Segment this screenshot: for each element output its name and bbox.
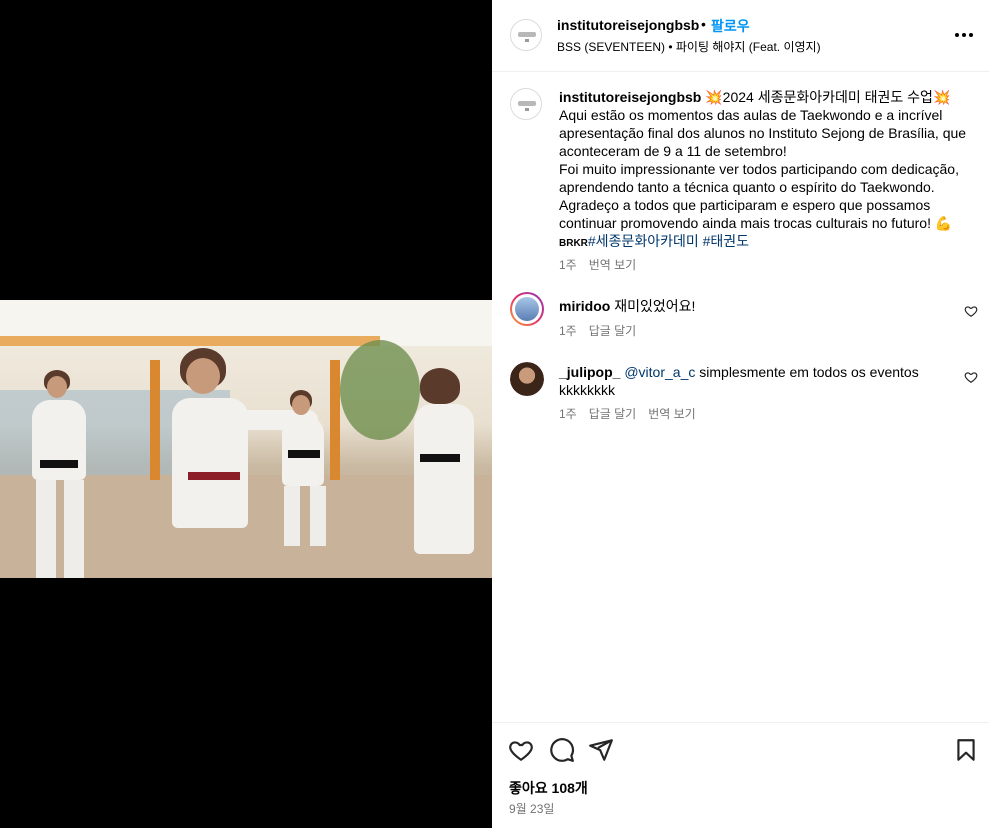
comment-text: miridoo 재미있었어요! xyxy=(559,297,919,315)
translate-link[interactable]: 번역 보기 xyxy=(648,407,696,421)
follow-button[interactable]: 팔로우 xyxy=(711,16,750,36)
caption-line: apresentação final dos alunos no Institu… xyxy=(559,125,967,141)
caption-hashtags[interactable]: #세종문화아카데미 #태권도 xyxy=(588,233,749,249)
audio-track-link[interactable]: BSS (SEVENTEEN) • 파이팅 해야지 (Feat. 이영지) xyxy=(557,38,821,55)
post-media[interactable] xyxy=(0,0,492,828)
caption-line: aprendendo tanto a técnica quanto o espí… xyxy=(559,179,935,195)
caption-line: Agradeço a todos que participaram e espe… xyxy=(559,197,931,213)
caption-line: Aqui estão os momentos das aulas de Taek… xyxy=(559,107,943,123)
sparkle-icon: 💥 xyxy=(705,89,723,105)
comment-time: 1주 xyxy=(559,324,577,338)
comment-body: 재미있었어요! xyxy=(614,298,696,314)
account-avatar[interactable] xyxy=(510,19,542,51)
caption-avatar[interactable] xyxy=(510,88,542,120)
caption-brkr: BRKR xyxy=(559,238,588,249)
caption-text: institutoreisejongbsb 💥2024 세종문화아카데미 태권도… xyxy=(559,88,971,253)
comment-text: _julipop_ @vitor_a_c simplesmente em tod… xyxy=(559,363,919,399)
caption-line: aconteceram de 9 a 11 de setembro! xyxy=(559,143,787,159)
reply-link[interactable]: 답글 달기 xyxy=(589,407,637,421)
post-actions: 좋아요 108개 9월 23일 xyxy=(492,722,989,828)
comment-mention[interactable]: @vitor_a_c xyxy=(624,364,695,380)
bookmark-icon[interactable] xyxy=(953,737,979,763)
video-column xyxy=(330,360,340,480)
translate-link[interactable]: 번역 보기 xyxy=(589,258,637,272)
comment-username[interactable]: miridoo xyxy=(559,298,610,314)
caption-meta: 1주 번역 보기 xyxy=(559,256,636,273)
caption-username[interactable]: institutoreisejongbsb xyxy=(559,89,701,105)
header-separator: • xyxy=(701,16,706,32)
video-frame[interactable] xyxy=(0,300,492,578)
caption-time: 1주 xyxy=(559,258,577,272)
caption-title: 2024 세종문화아카데미 태권도 수업 xyxy=(722,89,933,105)
comment-username[interactable]: _julipop_ xyxy=(559,364,620,380)
heart-icon[interactable] xyxy=(508,737,534,763)
more-horizontal-icon[interactable] xyxy=(952,25,976,45)
video-plant xyxy=(340,340,420,440)
video-roof-beam xyxy=(0,336,380,346)
caption-line: continuar promovendo ainda mais trocas c… xyxy=(559,215,953,231)
caption-line: Foi muito impressionante ver todos parti… xyxy=(559,161,959,177)
comment-meta: 1주 답글 달기 번역 보기 xyxy=(559,405,696,422)
reply-link[interactable]: 답글 달기 xyxy=(589,324,637,338)
heart-icon[interactable] xyxy=(964,304,978,318)
comment-body: simplesmente em todos os eventos xyxy=(699,364,919,380)
post-panel: institutoreisejongbsb • 팔로우 BSS (SEVENTE… xyxy=(492,0,989,828)
comment-time: 1주 xyxy=(559,407,577,421)
comment-meta: 1주 답글 달기 xyxy=(559,322,636,339)
commenter-avatar[interactable] xyxy=(510,292,544,326)
video-column xyxy=(150,360,160,480)
share-icon[interactable] xyxy=(588,737,614,763)
sparkle-icon: 💥 xyxy=(932,89,951,105)
comment-icon[interactable] xyxy=(549,737,575,763)
post-date[interactable]: 9월 23일 xyxy=(509,800,554,817)
comment-body-2: kkkkkkkk xyxy=(559,382,615,398)
heart-icon[interactable] xyxy=(964,370,978,384)
commenter-avatar[interactable] xyxy=(510,362,544,396)
header-username[interactable]: institutoreisejongbsb xyxy=(557,17,699,33)
like-count[interactable]: 좋아요 108개 xyxy=(509,778,588,798)
post-header: institutoreisejongbsb • 팔로우 BSS (SEVENTE… xyxy=(492,0,989,72)
